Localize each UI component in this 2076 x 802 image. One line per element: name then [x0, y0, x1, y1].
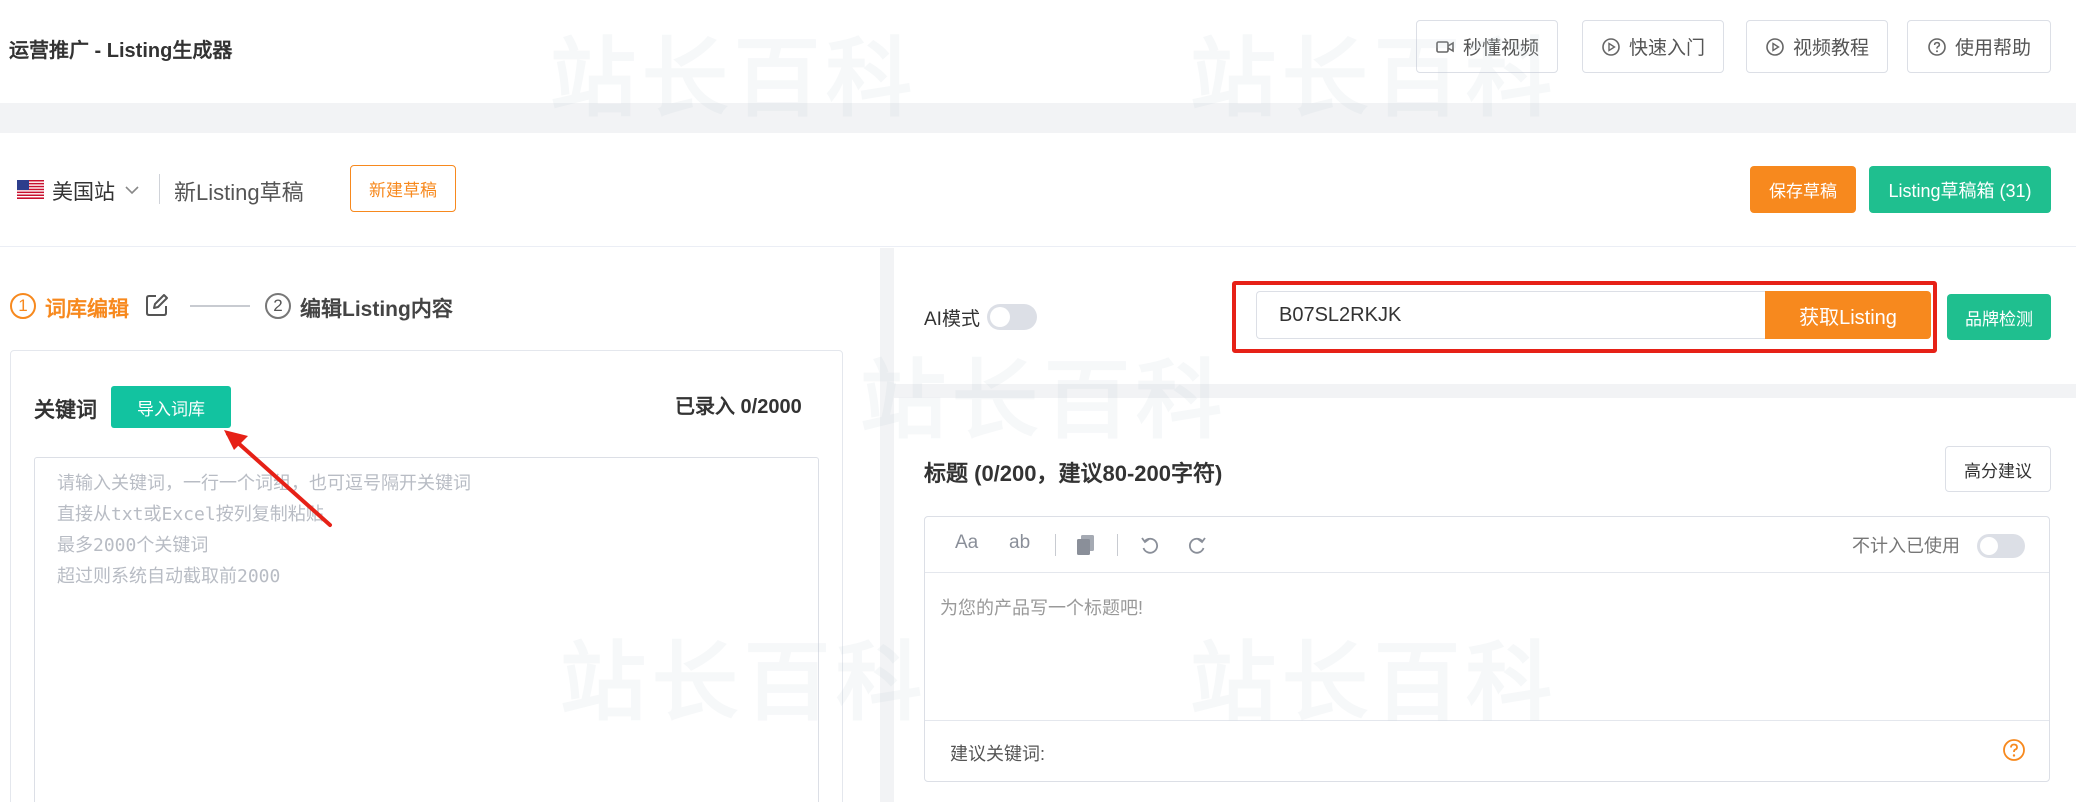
edit-icon[interactable] — [144, 292, 170, 318]
suggested-keywords-row — [925, 720, 2049, 781]
copy-icon[interactable] — [1075, 533, 1097, 557]
asin-input[interactable] — [1256, 291, 1766, 339]
quick-start-label: 快速入门 — [1628, 38, 1705, 59]
case-toggle-icon[interactable]: Aa — [955, 532, 978, 554]
suggested-keywords-label: 建议关键词: — [950, 744, 1046, 764]
fetch-listing-button[interactable]: 获取Listing — [1765, 291, 1931, 339]
step2-number: 2 — [265, 293, 291, 319]
keyword-textarea[interactable]: 请输入关键词，一行一个词组，也可逗号隔开关键词 直接从txt或Excel按列复制… — [34, 457, 819, 802]
title-section-heading: 标题 (0/200，建议80-200字符) — [924, 461, 1223, 486]
quick-video-label: 秒懂视频 — [1462, 38, 1539, 59]
video-camera-icon — [1436, 40, 1454, 53]
header-separator — [0, 103, 2076, 133]
toolbar-separator — [1117, 534, 1118, 556]
annotation-arrow-icon — [224, 430, 332, 527]
high-score-suggestion-button[interactable]: 高分建议 — [1945, 446, 2051, 492]
step-connector — [190, 305, 250, 307]
not-count-used-label: 不计入已使用 — [1852, 536, 1960, 556]
lowercase-icon[interactable]: ab — [1009, 532, 1030, 554]
question-circle-icon — [1928, 37, 1946, 56]
placeholder-line: 请输入关键词，一行一个词组，也可逗号隔开关键词 — [57, 473, 471, 494]
draft-name: 新Listing草稿 — [174, 180, 304, 205]
save-draft-button[interactable]: 保存草稿 — [1750, 166, 1856, 213]
help-button[interactable]: 使用帮助 — [1907, 20, 2051, 73]
placeholder-line: 超过则系统自动截取前2000 — [57, 566, 281, 587]
chevron-down-icon[interactable] — [124, 182, 140, 198]
placeholder-line: 直接从txt或Excel按列复制粘贴 — [57, 504, 324, 525]
play-circle-icon — [1766, 37, 1784, 56]
new-draft-button[interactable]: 新建草稿 — [350, 165, 456, 212]
not-count-used-toggle[interactable] — [1977, 534, 2025, 558]
video-tutorial-button[interactable]: 视频教程 — [1746, 20, 1888, 73]
question-circle-icon[interactable] — [2002, 738, 2026, 762]
quick-video-button[interactable]: 秒懂视频 — [1416, 20, 1558, 73]
page-title: 运营推广 - Listing生成器 — [9, 40, 233, 62]
toolbar-separator — [1055, 534, 1056, 556]
undo-icon[interactable] — [1139, 535, 1161, 557]
draft-box-button[interactable]: Listing草稿箱 (31) — [1869, 166, 2051, 213]
step1-number: 1 — [10, 293, 36, 319]
title-input-placeholder[interactable]: 为您的产品写一个标题吧! — [940, 594, 1143, 620]
step1-label[interactable]: 词库编辑 — [45, 293, 129, 323]
video-tutorial-label: 视频教程 — [1792, 38, 1869, 59]
ai-mode-label: AI模式 — [924, 309, 980, 330]
ai-mode-toggle[interactable] — [987, 304, 1037, 330]
step2-label[interactable]: 编辑Listing内容 — [300, 293, 453, 323]
us-flag-icon — [17, 180, 44, 199]
keyword-count: 已录入 0/2000 — [675, 396, 802, 418]
placeholder-line: 最多2000个关键词 — [57, 535, 209, 556]
site-selector[interactable]: 美国站 — [52, 176, 115, 206]
play-circle-icon — [1602, 37, 1620, 56]
brand-check-button[interactable]: 品牌检测 — [1947, 294, 2051, 340]
help-label: 使用帮助 — [1954, 38, 2031, 59]
redo-icon[interactable] — [1186, 535, 1208, 557]
toolbar-divider — [159, 174, 160, 204]
keyword-label: 关键词 — [34, 399, 97, 422]
quick-start-button[interactable]: 快速入门 — [1582, 20, 1724, 73]
section-separator — [894, 384, 2076, 398]
panel-splitter[interactable] — [880, 248, 894, 802]
